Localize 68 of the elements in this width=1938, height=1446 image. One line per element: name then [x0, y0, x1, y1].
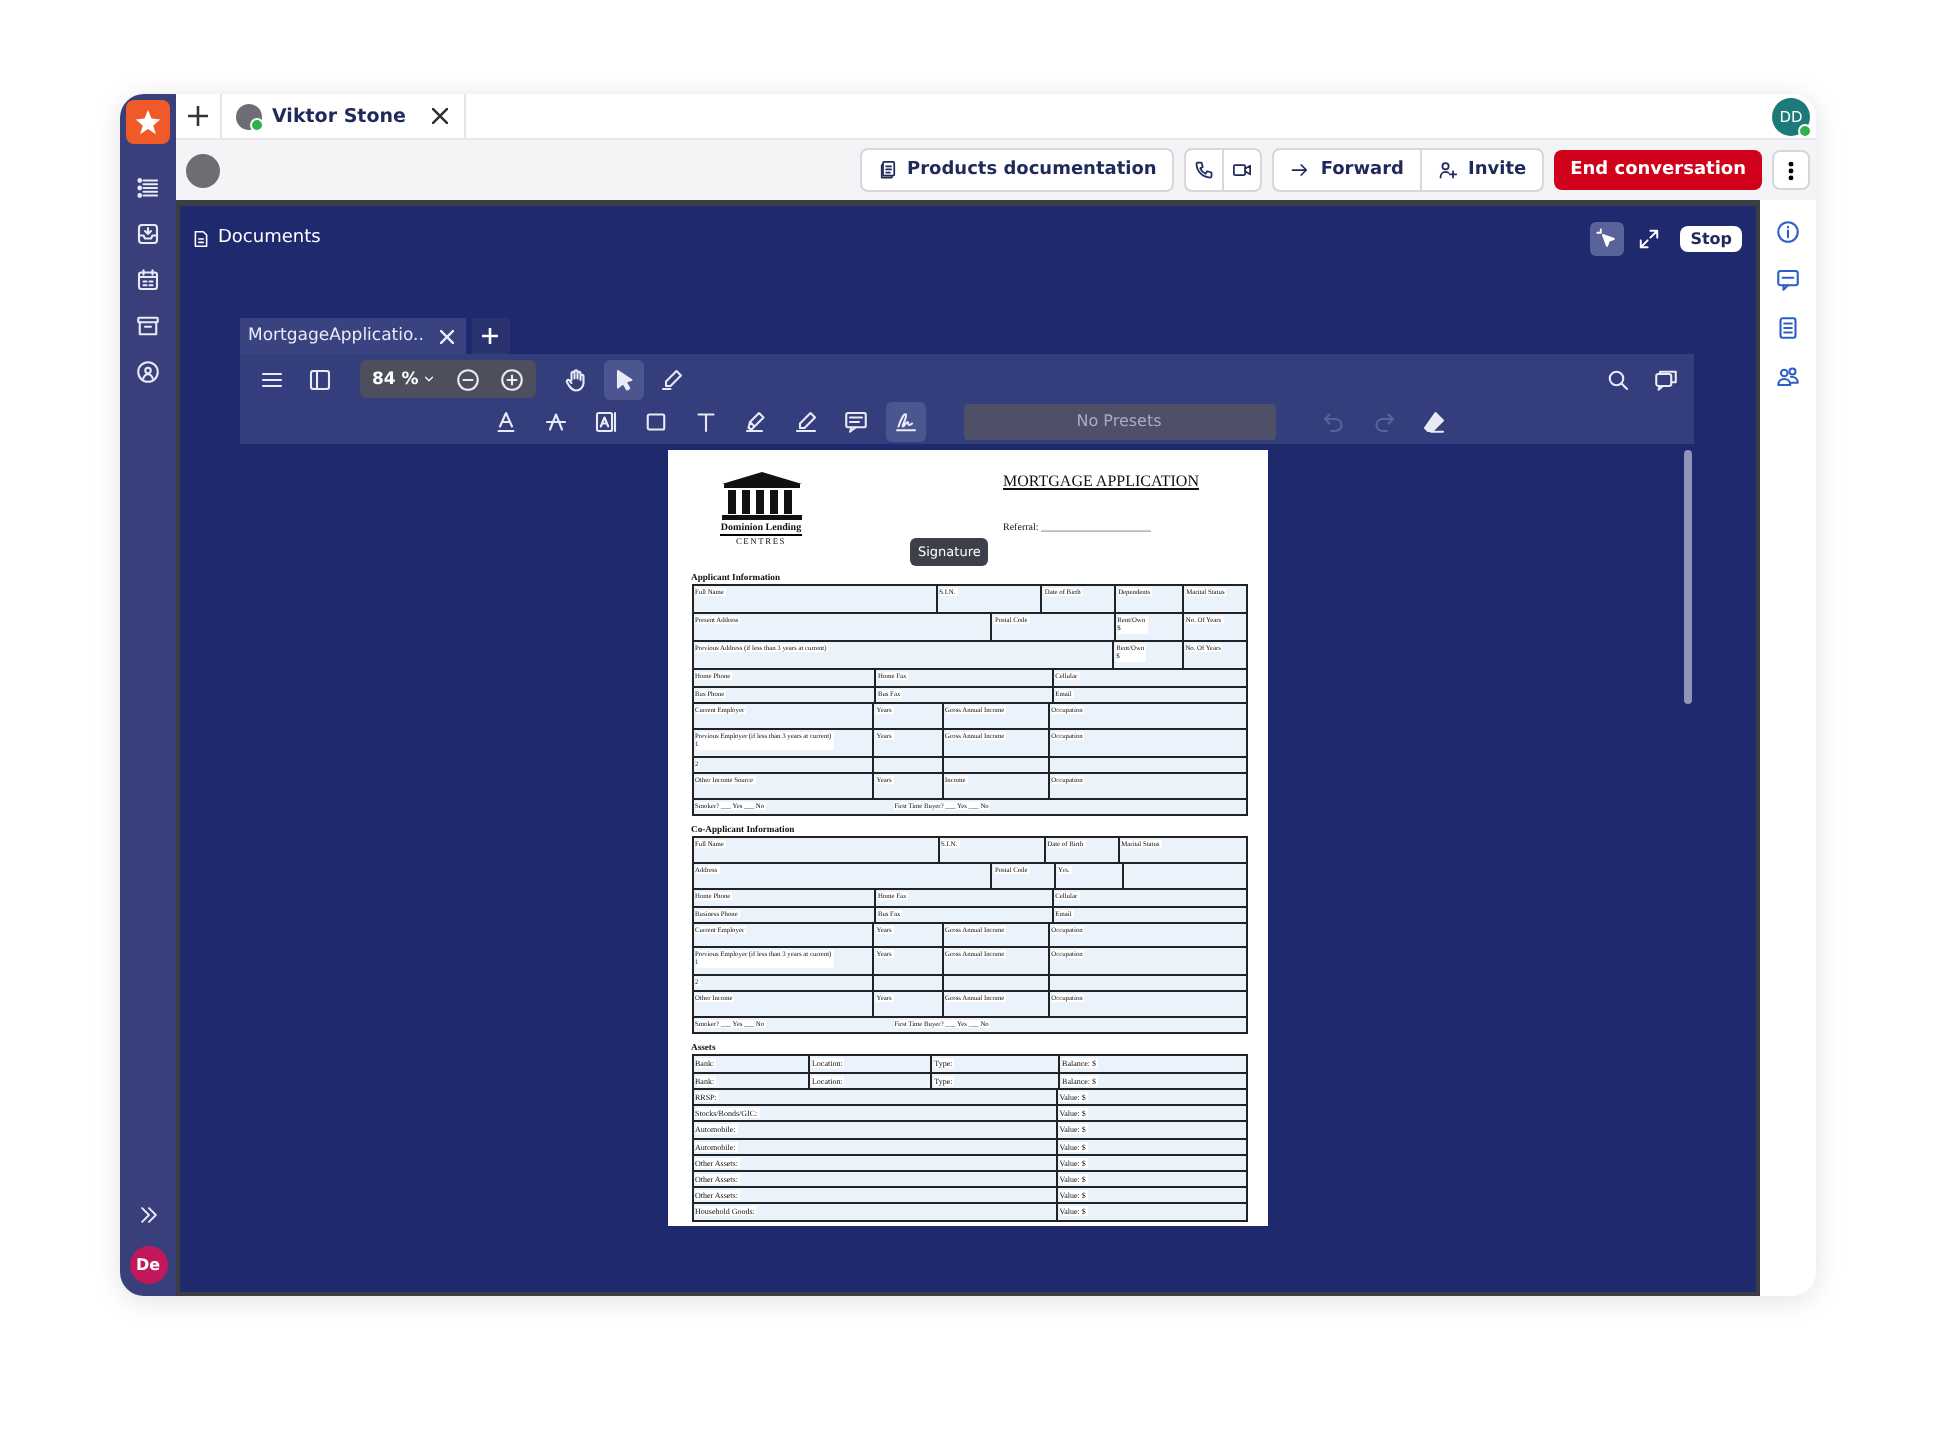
sidebar-panel-icon [308, 367, 332, 391]
phone-icon [1194, 160, 1215, 180]
zoom-out-icon [456, 367, 481, 391]
comment-icon [843, 409, 867, 433]
document-tab[interactable]: MortgageApplicatio.. [240, 318, 466, 354]
close-tab-button[interactable] [439, 329, 454, 343]
signature-icon [893, 409, 917, 433]
inbox-icon [136, 222, 160, 246]
remote-control-button[interactable] [1590, 221, 1625, 255]
notes-icon [1776, 316, 1800, 340]
user-avatar[interactable]: De [129, 1246, 167, 1284]
pointer-icon [612, 367, 637, 391]
redo-icon [1371, 409, 1395, 433]
double-chevron-icon [137, 1203, 159, 1225]
zoom-level-dropdown[interactable]: 84 % [372, 369, 445, 389]
contact-avatar [186, 153, 220, 187]
panel-title: Documents [218, 228, 321, 248]
presets-dropdown[interactable]: No Presets [963, 403, 1275, 439]
close-icon [439, 329, 454, 343]
caret-icon [422, 372, 437, 386]
hand-icon [564, 367, 589, 391]
close-icon [431, 108, 448, 124]
docs-button[interactable]: Products documentation [861, 150, 1173, 190]
end-conversation-button[interactable]: End conversation [1554, 150, 1762, 190]
conversation-tab[interactable]: Viktor Stone [220, 94, 466, 138]
rectangle-icon [643, 409, 667, 433]
signature-tool-button[interactable] [885, 401, 925, 441]
cursor-click-icon [1596, 227, 1619, 249]
plus-icon [482, 328, 499, 344]
tab-label: Viktor Stone [272, 105, 406, 127]
document-title: MORTGAGE APPLICATION [1003, 472, 1199, 490]
video-camera-icon [1232, 160, 1253, 180]
pointer-tool-button[interactable] [604, 359, 645, 399]
speech-bubbles-icon [1654, 367, 1678, 391]
menu-icon [260, 367, 284, 391]
text-frame-icon [593, 409, 617, 433]
people-icon [1776, 364, 1800, 388]
chat-icon [1776, 268, 1800, 292]
scrollbar-thumb[interactable] [1684, 450, 1692, 704]
columns-logo-icon [717, 470, 805, 522]
strikethrough-letter-icon [543, 409, 567, 433]
underlined-letter-icon [493, 409, 517, 433]
person-plus-icon [1438, 160, 1458, 180]
pen-line-icon [793, 409, 817, 433]
highlighter-icon [743, 409, 767, 433]
more-button[interactable] [1772, 150, 1810, 190]
pen-icon [660, 367, 685, 391]
text-tool-icon [693, 409, 717, 433]
plus-icon [188, 106, 208, 126]
list-icon [136, 176, 160, 200]
app-logo[interactable] [126, 100, 170, 144]
search-icon [1606, 367, 1630, 391]
arrow-right-icon [1290, 160, 1311, 180]
zoom-in-icon [500, 367, 525, 391]
eraser-icon [1421, 409, 1445, 433]
invite-button[interactable]: Invite [1420, 150, 1543, 190]
expand-icon [1638, 227, 1661, 249]
documents-icon [877, 160, 897, 180]
document-icon [192, 229, 210, 247]
info-icon [1776, 220, 1800, 244]
stop-button[interactable]: Stop [1680, 225, 1742, 251]
archive-box-icon [136, 314, 160, 338]
document-tab-label: MortgageApplicatio.. [248, 326, 424, 346]
new-document-tab-button[interactable] [471, 318, 510, 354]
forward-button[interactable]: Forward [1274, 150, 1420, 190]
person-signal-icon [136, 360, 160, 384]
undo-icon [1321, 409, 1345, 433]
calendar-icon [136, 268, 160, 292]
